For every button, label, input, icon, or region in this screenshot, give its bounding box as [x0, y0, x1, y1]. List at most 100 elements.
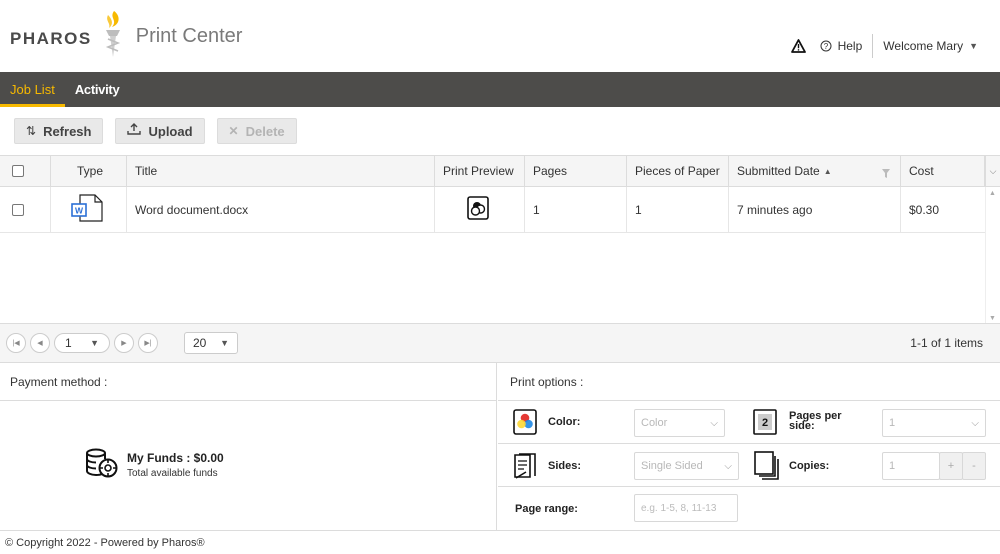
grid-scrollbar[interactable]: ▲ ▼ — [985, 187, 1000, 324]
header-checkbox-cell — [0, 156, 51, 186]
main-nav: Job List Activity — [0, 72, 1000, 107]
funds-icon — [85, 448, 119, 481]
caret-down-icon: ▼ — [220, 338, 229, 348]
table-row[interactable]: W Word document.docx 1 1 7 minutes ago $… — [0, 187, 985, 233]
welcome-label: Welcome Mary — [883, 39, 964, 53]
last-page-icon[interactable]: ▶| — [138, 333, 158, 353]
row-checkbox-cell — [0, 187, 51, 232]
scroll-up-icon[interactable]: ▲ — [989, 190, 996, 197]
svg-text:2: 2 — [762, 417, 768, 429]
prev-page-icon[interactable]: ◀ — [30, 333, 50, 353]
copies-decrement-button[interactable]: - — [962, 452, 986, 480]
color-label: Color: — [548, 416, 581, 428]
logo-text: PHAROS — [10, 29, 92, 48]
grid-header: Type Title Print Preview Pages Pieces of… — [0, 156, 1000, 187]
column-menu-chevron-icon[interactable]: ⌵ — [985, 156, 1000, 187]
pager-info: 1-1 of 1 items — [910, 336, 983, 350]
sides-value: Single Sided — [641, 460, 703, 472]
caret-down-icon: ▼ — [969, 41, 978, 51]
user-menu[interactable]: Welcome Mary ▼ — [873, 39, 978, 53]
row-checkbox[interactable] — [12, 203, 24, 216]
col-submitted-date-label: Submitted Date — [737, 164, 820, 178]
row-title: Word document.docx — [127, 187, 435, 232]
bottom-panels: Payment method : My Funds : $0.00 Total … — [0, 363, 1000, 530]
print-options-header: Print options : — [498, 363, 1000, 401]
caret-down-icon: ▼ — [90, 338, 99, 348]
footer: © Copyright 2022 - Powered by Pharos® — [0, 530, 1000, 554]
next-page-icon[interactable]: ▶ — [114, 333, 134, 353]
row-pieces: 1 — [627, 187, 729, 232]
payment-header: Payment method : — [0, 363, 496, 401]
row-type-cell: W — [51, 187, 127, 232]
tab-job-list[interactable]: Job List — [0, 72, 65, 107]
print-options-row-3: Page range: e.g. 1-5, 8, 11-13 — [498, 487, 1000, 530]
first-page-icon[interactable]: |◀ — [6, 333, 26, 353]
sort-asc-icon: ▲ — [823, 166, 832, 176]
upload-button[interactable]: Upload — [115, 118, 205, 144]
filter-icon[interactable] — [882, 167, 890, 181]
torch-icon — [100, 9, 126, 64]
col-pages[interactable]: Pages — [525, 156, 627, 186]
print-preview-icon[interactable] — [467, 196, 489, 223]
page-select[interactable]: 1 ▼ — [54, 333, 110, 353]
svg-text:W: W — [75, 206, 84, 216]
word-doc-icon: W — [71, 193, 105, 226]
delete-button[interactable]: ✕ Delete — [216, 118, 297, 144]
copies-input[interactable]: 1 — [882, 452, 940, 480]
page-size-value: 20 — [193, 336, 207, 350]
app-header: PHAROS Print Center ? Help Welcome Mary … — [0, 0, 1000, 72]
row-submitted: 7 minutes ago — [729, 187, 901, 232]
warning-icon[interactable] — [790, 39, 806, 53]
col-title[interactable]: Title — [127, 156, 435, 186]
col-cost[interactable]: Cost — [901, 156, 985, 186]
row-preview-cell — [435, 187, 525, 232]
app-name: Print Center — [135, 24, 243, 47]
refresh-label: Refresh — [43, 123, 92, 139]
color-icon — [513, 409, 537, 435]
copies-increment-button[interactable]: + — [939, 452, 963, 480]
page-number: 1 — [65, 336, 72, 350]
refresh-icon: ⇅ — [26, 124, 37, 138]
help-link[interactable]: ? Help — [820, 34, 874, 58]
color-value: Color — [641, 417, 668, 429]
pages-per-side-select[interactable]: 1 ⌵ — [882, 409, 986, 437]
copies-label: Copies: — [789, 460, 830, 472]
page-range-label: Page range: — [515, 503, 578, 515]
scroll-down-icon[interactable]: ▼ — [989, 315, 996, 322]
col-type[interactable]: Type — [51, 156, 127, 186]
chevron-down-icon: ⌵ — [710, 417, 718, 429]
svg-text:?: ? — [823, 42, 828, 51]
chevron-down-icon: ⌵ — [971, 417, 979, 429]
sides-icon — [513, 452, 537, 479]
pages-per-side-label: Pages per side: — [789, 410, 842, 432]
copyright-text: © Copyright 2022 - Powered by Pharos® — [5, 536, 205, 549]
pager: |◀ ◀ 1 ▼ ▶ ▶| 20 ▼ 1-1 of 1 items — [0, 323, 1000, 363]
print-options-panel: Print options : Color: Color ⌵ 2 Pages p… — [498, 363, 1000, 530]
row-pages: 1 — [525, 187, 627, 232]
col-submitted-date[interactable]: Submitted Date ▲ — [729, 156, 901, 186]
sides-label: Sides: — [548, 460, 582, 472]
refresh-button[interactable]: ⇅ Refresh — [14, 118, 104, 144]
payment-panel: Payment method : My Funds : $0.00 Total … — [0, 363, 497, 530]
chevron-down-icon: ⌵ — [724, 460, 732, 472]
col-pieces-of-paper[interactable]: Pieces of Paper — [627, 156, 729, 186]
page-size-select[interactable]: 20 ▼ — [184, 332, 238, 354]
close-icon: ✕ — [228, 124, 239, 138]
pages-per-side-icon: 2 — [753, 409, 777, 435]
pages-per-side-value: 1 — [889, 417, 896, 429]
copies-icon — [753, 450, 779, 480]
color-select[interactable]: Color ⌵ — [634, 409, 725, 437]
upload-label: Upload — [148, 123, 193, 139]
select-all-checkbox[interactable] — [12, 165, 24, 177]
my-funds[interactable]: My Funds : $0.00 Total available funds — [85, 448, 224, 481]
funds-subtitle: Total available funds — [127, 467, 218, 479]
sides-select[interactable]: Single Sided ⌵ — [634, 452, 739, 480]
toolbar: ⇅ Refresh Upload ✕ Delete — [0, 107, 1000, 155]
tab-activity[interactable]: Activity — [65, 72, 130, 107]
col-print-preview[interactable]: Print Preview — [435, 156, 525, 186]
copies-value: 1 — [889, 460, 896, 472]
help-label: Help — [837, 39, 863, 53]
page-range-input[interactable]: e.g. 1-5, 8, 11-13 — [634, 494, 738, 522]
funds-title: My Funds : $0.00 — [127, 450, 224, 465]
row-cost: $0.30 — [909, 202, 940, 217]
